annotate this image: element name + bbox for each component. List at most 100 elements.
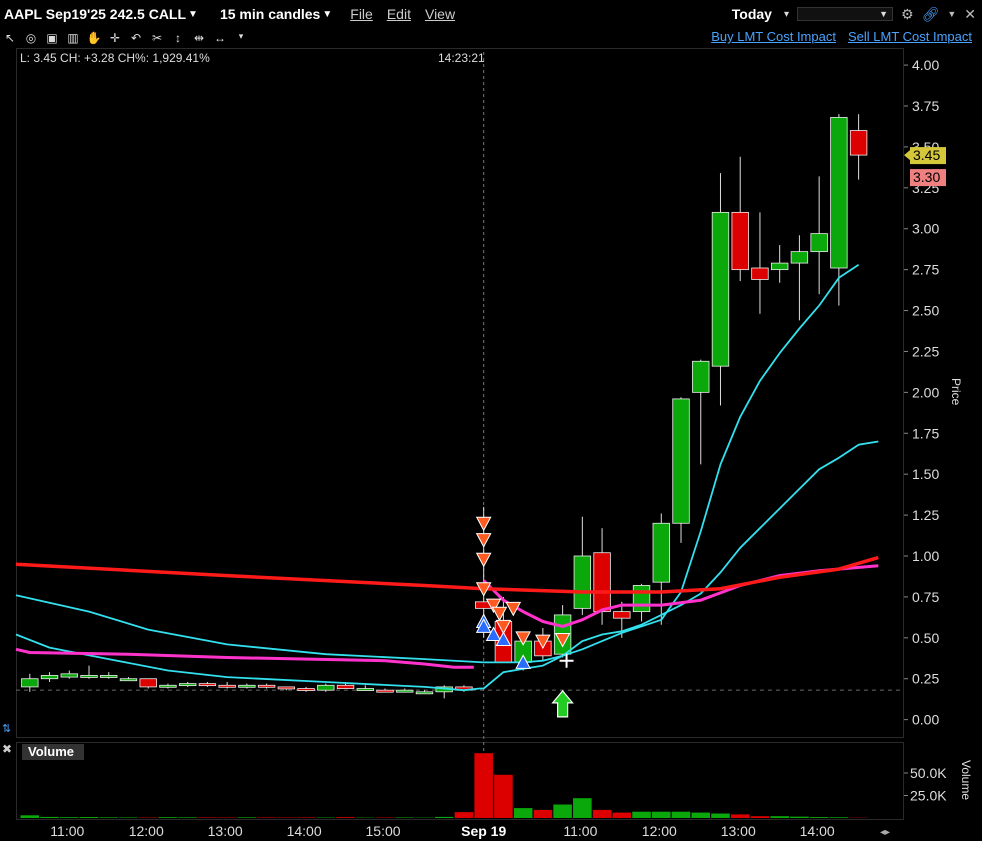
ma-magenta-session xyxy=(482,564,879,628)
volume-bar xyxy=(198,817,217,818)
candle-up xyxy=(396,689,414,693)
price-tick-label: 1.50 xyxy=(912,466,939,482)
volume-bar xyxy=(790,816,809,818)
volume-bar xyxy=(79,817,99,818)
volume-bar xyxy=(178,817,197,818)
volume-bar xyxy=(237,817,257,818)
candle-down xyxy=(613,611,631,619)
candle-up xyxy=(356,688,374,691)
sell-execution-marker xyxy=(475,516,492,532)
candle-down xyxy=(593,552,611,613)
sell-execution-marker xyxy=(491,606,508,622)
candle-down xyxy=(218,684,236,688)
volume-bar xyxy=(592,809,612,818)
volume-bar xyxy=(711,813,730,818)
price-tick-label: 2.75 xyxy=(912,262,939,278)
volume-bar xyxy=(691,812,711,818)
volume-bar xyxy=(612,812,632,818)
volume-bar xyxy=(809,817,829,818)
candle-down xyxy=(751,267,769,280)
candle-up xyxy=(80,675,98,678)
time-tick-label: 12:00 xyxy=(642,823,677,839)
price-tick-label: 0.50 xyxy=(912,630,939,646)
volume-bar xyxy=(750,816,770,818)
candle-up xyxy=(60,673,78,678)
candle-up xyxy=(790,251,809,264)
price-tick-label: 3.00 xyxy=(912,221,939,237)
volume-bar xyxy=(434,816,454,818)
candle-up xyxy=(573,555,592,609)
price-tick-label: 4.00 xyxy=(912,57,939,73)
candle-up xyxy=(711,211,730,367)
candle-up xyxy=(119,678,138,682)
volume-bar xyxy=(257,817,276,818)
candle-up xyxy=(830,117,848,269)
price-tick-label: 1.00 xyxy=(912,548,939,564)
time-tick-label: 14:00 xyxy=(287,823,322,839)
volume-bar xyxy=(494,774,513,818)
price-tick-label: 0.75 xyxy=(912,589,939,605)
price-tick-label: 3.75 xyxy=(912,98,939,114)
volume-bar xyxy=(454,812,474,818)
time-tick-label: 12:00 xyxy=(129,823,164,839)
candle-up xyxy=(159,684,177,688)
volume-bar xyxy=(99,817,119,818)
last-price-label: 3.45 xyxy=(913,147,940,163)
volume-bar xyxy=(651,811,671,818)
volume-bar xyxy=(59,817,79,818)
time-tick-label: 13:00 xyxy=(721,823,756,839)
candle-up xyxy=(100,675,118,678)
ma-cyan-fast xyxy=(15,263,860,692)
volume-tick-label: 25.0K xyxy=(910,788,947,804)
volume-bar xyxy=(573,798,592,818)
time-tick-label: 11:00 xyxy=(50,823,84,839)
candle-up xyxy=(317,684,335,691)
time-tick-label: 11:00 xyxy=(563,823,597,839)
ma-cyan-slow xyxy=(15,440,879,664)
candle-up xyxy=(652,522,670,583)
volume-bar xyxy=(474,753,493,818)
candle-down xyxy=(139,678,157,688)
candle-up xyxy=(672,398,690,524)
volume-bar xyxy=(770,816,789,818)
volume-bar xyxy=(533,809,553,818)
volume-bar xyxy=(513,808,533,818)
price-axis-label: Price xyxy=(949,378,963,406)
price-tick-label: 0.25 xyxy=(912,671,939,687)
candle-down xyxy=(376,689,394,693)
time-tick-label: 13:00 xyxy=(208,823,243,839)
date-tick-label: Sep 19 xyxy=(461,823,506,839)
candle-down xyxy=(277,686,296,690)
candle-up xyxy=(21,678,39,688)
sell-execution-marker xyxy=(475,552,492,568)
volume-bar xyxy=(336,817,355,818)
candle-up xyxy=(415,691,434,695)
candle-up xyxy=(40,675,59,680)
candle-down xyxy=(336,684,355,689)
volume-bar xyxy=(730,814,750,818)
volume-bar xyxy=(632,811,651,818)
candle-down xyxy=(257,684,276,688)
bid-price-label: 3.30 xyxy=(913,169,940,185)
volume-bar xyxy=(40,816,59,818)
volume-tick-label: 50.0K xyxy=(910,765,947,781)
candle-up xyxy=(238,684,256,688)
candle-down xyxy=(297,688,315,691)
volume-bar xyxy=(158,817,178,818)
candle-down xyxy=(731,211,749,271)
price-tick-label: 1.25 xyxy=(912,507,939,523)
volume-bar xyxy=(671,811,691,818)
time-tick-label: 14:00 xyxy=(800,823,835,839)
candle-up xyxy=(692,360,710,393)
volume-bar xyxy=(119,817,138,818)
candle-up xyxy=(770,262,789,271)
chart-svg: 4.003.753.503.253.002.752.502.252.001.75… xyxy=(15,52,973,839)
candle-up xyxy=(632,585,651,613)
candle-up xyxy=(178,683,197,687)
volume-axis-label: Volume xyxy=(959,760,973,800)
price-tick-label: 2.25 xyxy=(912,343,939,359)
volume-bar xyxy=(296,817,316,818)
sell-execution-marker xyxy=(475,533,492,548)
volume-bar xyxy=(553,804,572,818)
last-price-pointer-icon xyxy=(904,150,910,161)
